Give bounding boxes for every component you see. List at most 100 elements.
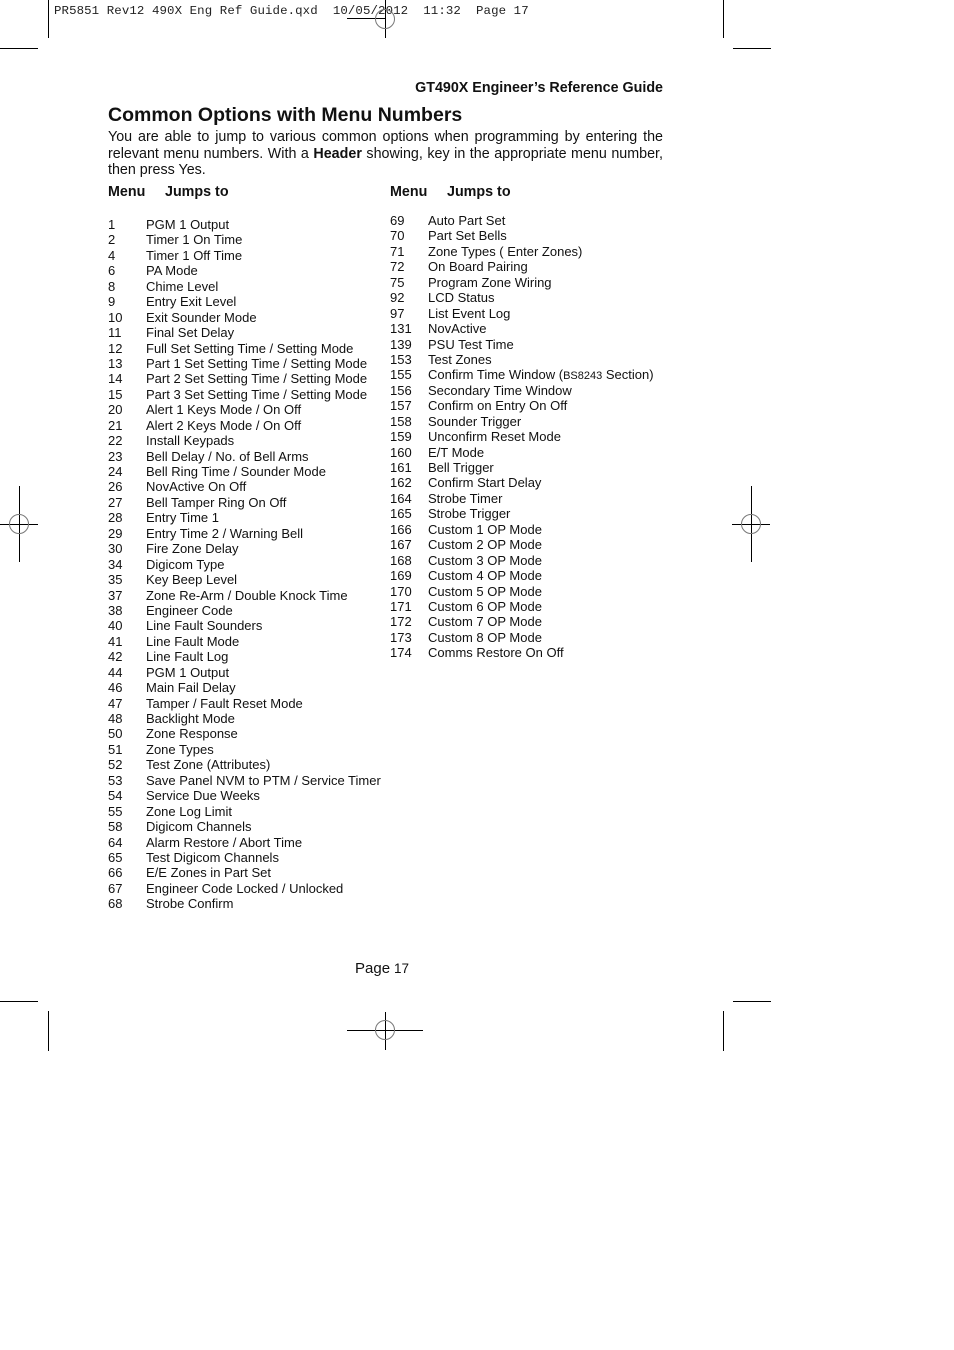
menu-label: Alert 2 Keys Mode / On Off [146,417,302,433]
menu-label: Engineer Code [146,602,233,618]
registration-mark-bottom-circle [375,1020,395,1040]
menu-label: Chime Level [146,278,219,294]
menu-label: Program Zone Wiring [428,274,552,290]
menu-number: 168 [390,552,412,568]
menu-label: Fire Zone Delay [146,541,239,557]
menu-label: Custom 3 OP Mode [428,552,542,568]
menu-label: Custom 1 OP Mode [428,521,542,537]
menu-number: 46 [108,680,123,696]
menu-number: 155 [390,367,412,383]
menu-number: 53 [108,772,123,788]
menu-number: 20 [108,402,123,418]
menu-number: 71 [390,243,405,259]
menu-label: Install Keypads [146,433,235,449]
menu-number: 67 [108,880,123,896]
menu-number: 70 [390,228,405,244]
menu-number: 22 [108,433,123,449]
menu-label: Line Fault Sounders [146,618,263,634]
menu-label: Tamper / Fault Reset Mode [146,695,303,711]
menu-label: Strobe Timer [428,490,503,506]
menu-label-part: Confirm Time Window ( [428,367,564,383]
menu-number: 68 [108,896,123,912]
menu-number: 37 [108,587,123,603]
menu-number: 75 [390,274,405,290]
menu-number: 51 [108,741,123,757]
menu-number: 48 [108,711,123,726]
menu-label: Zone Re-Arm / Double Knock Time [146,587,348,603]
menu-number: 24 [108,464,123,479]
menu-label: Custom 4 OP Mode [428,568,542,584]
menu-label: Zone Types ( Enter Zones) [428,243,583,259]
menu-number: 92 [390,290,405,306]
menu-label: Custom 6 OP Mode [428,598,542,614]
menu-label: Full Set Setting Time / Setting Mode [146,340,354,356]
menu-number: 23 [108,448,123,464]
menu-number: 9 [108,294,116,310]
crop-mark-top-left-horizontal [0,48,38,49]
menu-number: 139 [390,336,412,352]
menu-label: Part 1 Set Setting Time / Setting Mode [146,355,368,371]
menu-number: 167 [390,537,412,553]
registration-mark-top-circle [375,9,395,29]
menu-number: 21 [108,417,123,433]
menu-label: Entry Time 1 [146,510,219,526]
menu-label: Main Fail Delay [146,680,236,696]
menu-label: Auto Part Set [428,213,506,228]
menu-label: Unconfirm Reset Mode [428,429,561,445]
menu-label: Key Beep Level [146,572,238,588]
menu-label: Bell Delay / No. of Bell Arms [146,448,309,464]
menu-label: LCD Status [428,290,495,306]
menu-number: 171 [390,598,412,614]
menu-number: 174 [390,645,412,661]
menu-label: NovActive [428,321,487,337]
menu-label: Digicom Type [146,556,225,572]
menu-label: Digicom Channels [146,819,252,835]
menu-number: 64 [108,834,123,850]
menu-header: Menu [108,184,146,200]
menu-label: Test Zones [428,351,492,367]
menu-label: Custom 2 OP Mode [428,537,542,553]
page-label: Page [355,960,391,977]
menu-number: 26 [108,479,123,495]
menu-label: Service Due Weeks [146,788,260,804]
menu-label: Comms Restore On Off [428,645,564,661]
menu-label: Zone Response [146,726,238,742]
menu-number: 72 [390,259,405,275]
menu-label: Test Zone (Attributes) [146,757,271,773]
menu-number: 58 [108,819,123,835]
menu-number: 50 [108,726,123,742]
crop-mark-top-left-vertical [48,0,49,38]
menu-number: 161 [390,460,412,475]
menu-number: 97 [390,305,405,321]
crop-mark-top-right-horizontal [733,48,771,49]
menu-label: Zone Types [146,741,214,757]
menu-number: 164 [390,490,412,506]
menu-label: E/T Mode [428,444,485,460]
page-footer: Page 17 [355,960,409,977]
menu-label: Confirm Start Delay [428,475,542,491]
menu-label: PGM 1 Output [146,664,230,680]
menu-number: 10 [108,309,123,325]
registration-mark-right-circle [741,514,761,534]
menu-number: 158 [390,413,412,429]
crop-mark-bottom-right-vertical [723,1011,724,1051]
jumps-to-header: Jumps to [447,184,511,200]
menu-label: NovActive On Off [146,479,247,495]
menu-label: Backlight Mode [146,711,235,726]
menu-number: 162 [390,475,412,491]
menu-label: Sounder Trigger [428,413,522,429]
menu-label-standard-ref: BS8243 [563,370,603,383]
menu-label: Entry Exit Level [146,294,237,310]
menu-label: Test Digicom Channels [146,849,279,865]
menu-label: Bell Tamper Ring On Off [146,494,287,510]
running-header: GT490X Engineer’s Reference Guide [415,80,663,96]
menu-label: Bell Trigger [428,460,494,475]
menu-number: 29 [108,525,123,541]
menu-number: 27 [108,494,123,510]
menu-number: 172 [390,614,412,630]
menu-label: Custom 5 OP Mode [428,583,542,599]
intro-bold-header: Header [313,145,362,162]
menu-number: 34 [108,556,123,572]
registration-mark-left-circle [9,514,29,534]
intro-paragraph: You are able to jump to various common o… [108,129,663,179]
